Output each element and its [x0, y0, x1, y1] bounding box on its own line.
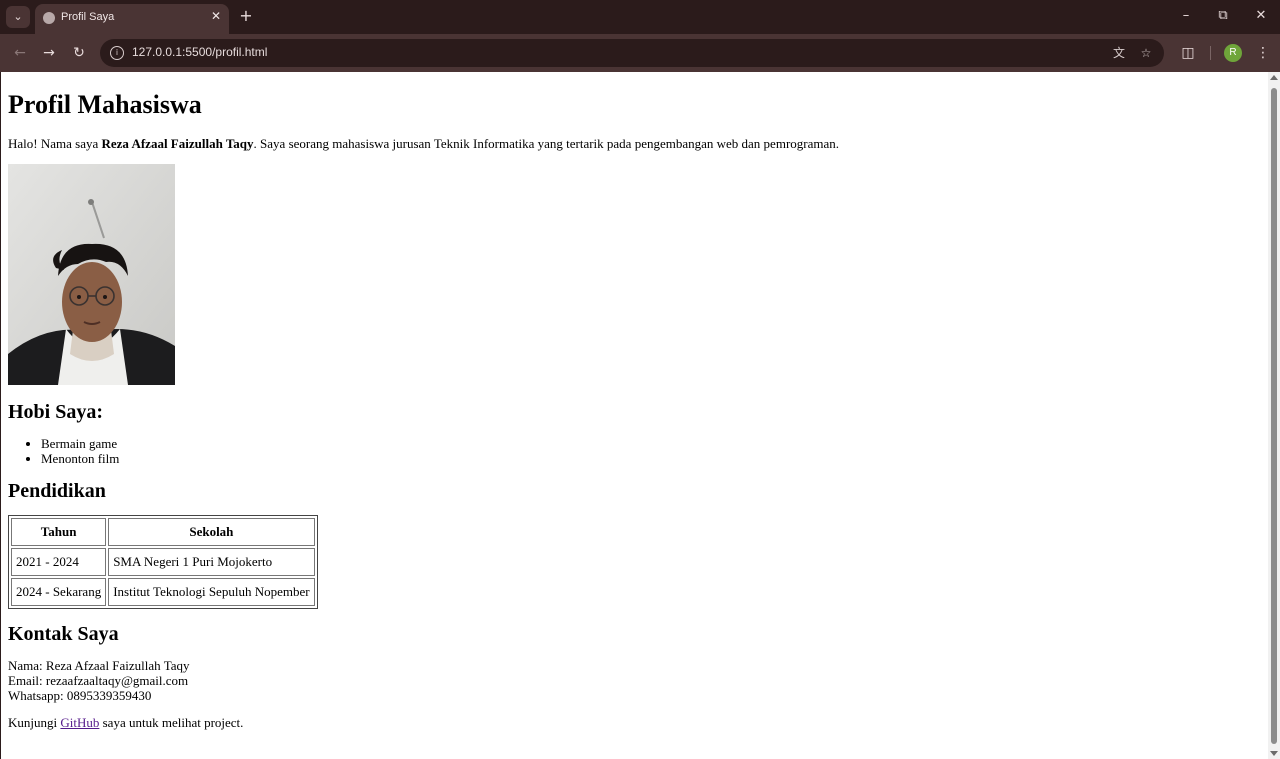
back-icon[interactable]: ←: [10, 43, 30, 63]
info-icon[interactable]: i: [110, 46, 124, 60]
avatar[interactable]: R: [1224, 44, 1242, 62]
window-close-icon[interactable]: ✕: [1251, 6, 1271, 26]
tab-active[interactable]: Profil Saya ✕: [35, 4, 229, 34]
forward-icon[interactable]: →: [39, 43, 59, 63]
tab-strip: ⌄ Profil Saya ✕ + – ⧉ ✕: [0, 0, 1280, 34]
address-bar[interactable]: i 127.0.0.1:5500/profil.html 文 ☆: [100, 39, 1164, 67]
education-table: Tahun Sekolah 2021 - 2024 SMA Negeri 1 P…: [8, 515, 318, 609]
scroll-up-icon[interactable]: [1270, 75, 1278, 80]
restore-icon[interactable]: ⧉: [1213, 6, 1233, 26]
star-icon[interactable]: ☆: [1137, 44, 1155, 62]
tab-menu-icon[interactable]: ⌄: [6, 6, 30, 28]
table-cell: 2021 - 2024: [11, 548, 107, 576]
intro-suffix: . Saya seorang mahasiswa jurusan Teknik …: [253, 136, 840, 151]
tab-title: Profil Saya: [61, 11, 115, 23]
page-viewport: Profil Mahasiswa Halo! Nama saya Reza Af…: [1, 72, 1268, 759]
list-item: Bermain game: [41, 436, 1261, 451]
footer-prefix: Kunjungi: [8, 715, 61, 730]
plus-icon[interactable]: +: [236, 6, 256, 26]
table-cell: 2024 - Sekarang: [11, 578, 107, 606]
contact-block: Nama: Reza Afzaal Faizullah Taqy Email: …: [8, 658, 1261, 703]
column-header-school: Sekolah: [108, 518, 315, 546]
table-row: 2024 - Sekarang Institut Teknologi Sepul…: [11, 578, 315, 606]
scroll-down-icon[interactable]: [1270, 751, 1278, 756]
contact-heading: Kontak Saya: [8, 623, 119, 645]
table-header-row: Tahun Sekolah: [11, 518, 315, 546]
scroll-thumb[interactable]: [1271, 88, 1277, 744]
contact-email: Email: rezaafzaaltaqy@gmail.com: [8, 673, 189, 688]
contact-whatsapp: Whatsapp: 0895339359430: [8, 688, 152, 703]
intro-name: Reza Afzaal Faizullah Taqy: [101, 136, 254, 151]
intro-prefix: Halo! Nama saya: [8, 136, 102, 151]
hobbies-list: Bermain game Menonton film: [8, 436, 1261, 466]
profile-photo: [8, 164, 175, 385]
column-header-year: Tahun: [11, 518, 107, 546]
translate-icon[interactable]: 文: [1110, 44, 1128, 62]
page-title: Profil Mahasiswa: [8, 90, 202, 119]
reload-icon[interactable]: ↻: [69, 43, 89, 63]
globe-icon: [43, 12, 55, 24]
list-item: Menonton film: [41, 451, 1261, 466]
footer-suffix: saya untuk melihat project.: [99, 715, 244, 730]
minimize-icon[interactable]: –: [1176, 6, 1196, 26]
education-heading: Pendidikan: [8, 480, 106, 502]
table-cell: SMA Negeri 1 Puri Mojokerto: [108, 548, 315, 576]
intro-paragraph: Halo! Nama saya Reza Afzaal Faizullah Ta…: [8, 136, 1261, 152]
vertical-scrollbar[interactable]: [1268, 72, 1280, 759]
contact-name: Nama: Reza Afzaal Faizullah Taqy: [8, 658, 190, 673]
close-icon[interactable]: ✕: [211, 9, 221, 23]
url-text[interactable]: 127.0.0.1:5500/profil.html: [132, 45, 267, 59]
toolbar-divider: [1210, 46, 1211, 60]
extensions-icon[interactable]: ◫: [1178, 43, 1198, 63]
page-body: Profil Mahasiswa Halo! Nama saya Reza Af…: [1, 90, 1268, 731]
browser-toolbar: ← → ↻ i 127.0.0.1:5500/profil.html 文 ☆ ◫…: [0, 34, 1280, 72]
kebab-menu-icon[interactable]: ⋮: [1253, 43, 1273, 63]
table-cell: Institut Teknologi Sepuluh Nopember: [108, 578, 315, 606]
table-row: 2021 - 2024 SMA Negeri 1 Puri Mojokerto: [11, 548, 315, 576]
github-link[interactable]: GitHub: [60, 715, 99, 730]
footer-paragraph: Kunjungi GitHub saya untuk melihat proje…: [8, 715, 1261, 731]
hobbies-heading: Hobi Saya:: [8, 401, 104, 423]
